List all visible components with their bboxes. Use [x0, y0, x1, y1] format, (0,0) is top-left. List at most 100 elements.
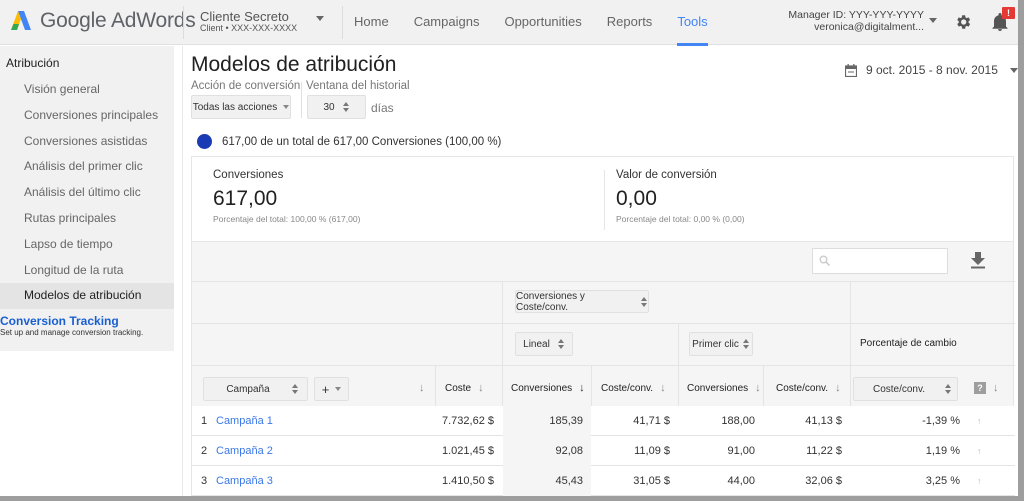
sort-arrow-icon: ↓: [579, 382, 585, 394]
main-nav: Home Campaigns Opportunities Reports Too…: [354, 0, 733, 46]
scrollbar[interactable]: [1018, 0, 1024, 501]
col-conv-b-label: Conversiones: [687, 382, 749, 394]
cpa-b-cell: 11,22 $: [806, 445, 842, 457]
table-search-input[interactable]: [812, 248, 948, 274]
sidebar-heading: Atribución: [6, 56, 60, 70]
chevron-down-icon[interactable]: [929, 18, 937, 23]
add-icon: +: [321, 381, 330, 397]
cost-cell: 7.732,62 $: [442, 415, 494, 427]
page-title: Modelos de atribución: [191, 53, 397, 76]
main-divider: [182, 46, 183, 501]
sort-arrow-icon[interactable]: ↓: [993, 382, 999, 394]
history-window-stepper[interactable]: 30: [307, 95, 366, 119]
divider: [183, 6, 184, 39]
model-a-selector[interactable]: Lineal: [515, 332, 573, 356]
col-cost[interactable]: Coste ↓: [445, 382, 484, 394]
app-name: Google AdWords: [40, 9, 196, 32]
table-row: 2 Campaña 2 1.021,45 $ 92,08 11,09 $ 91,00 11,…: [192, 436, 1015, 466]
col-conv-a-label: Conversiones: [511, 382, 573, 394]
col-cost-label: Coste: [445, 382, 472, 394]
col-cpa-b-label: Coste/conv.: [776, 382, 829, 394]
conv-b-cell: 91,00: [727, 445, 755, 457]
metric-selector-value: Conversiones y Coste/conv.: [516, 290, 585, 313]
row-index: 2: [201, 445, 208, 457]
sidebar-item-rutas-principales[interactable]: Rutas principales: [0, 206, 174, 232]
nav-tools[interactable]: Tools: [677, 0, 709, 46]
campaign-link[interactable]: Campaña 3: [216, 466, 273, 496]
adwords-logo[interactable]: Google AdWords: [10, 9, 196, 33]
stepper-arrows-icon: [742, 339, 750, 349]
chevron-down-icon: [283, 105, 290, 109]
segment-selector[interactable]: Campaña: [203, 377, 308, 401]
metric-divider: [604, 170, 605, 230]
sidebar-item-lapso-de-tiempo[interactable]: Lapso de tiempo: [0, 232, 174, 258]
history-window-unit: días: [371, 101, 394, 115]
client-selector[interactable]: Cliente Secreto Client • XXX-XXX-XXXX: [200, 10, 297, 34]
change-metric-value: Coste/conv.: [872, 383, 926, 395]
nav-reports[interactable]: Reports: [607, 0, 653, 45]
client-id: Client • XXX-XXX-XXXX: [200, 23, 298, 33]
help-icon[interactable]: ?: [974, 382, 986, 394]
cost-cell: 1.021,45 $: [442, 445, 494, 457]
table-row: 3 Campaña 3 1.410,50 $ 45,43 31,05 $ 44,00 32,…: [192, 466, 1015, 496]
nav-home[interactable]: Home: [354, 0, 389, 45]
stepper-arrows-icon: [342, 102, 350, 112]
calendar-icon: [845, 63, 857, 77]
attribution-table: Conversiones y Coste/conv. Lineal Primer…: [191, 242, 1015, 501]
adwords-logo-icon: [11, 11, 31, 30]
trend-arrow-icon: ↑: [977, 446, 982, 456]
sidebar-item-modelos-de-atribucion[interactable]: Modelos de atribución: [0, 283, 174, 310]
model-b-value: Primer clic: [692, 338, 739, 350]
conversion-action-label: Acción de conversión: [191, 80, 301, 92]
filter-divider: [301, 82, 302, 118]
sidebar-item-conversiones-principales[interactable]: Conversiones principales: [0, 103, 174, 129]
row-index: 3: [201, 475, 208, 487]
sort-arrow-icon: ↓: [755, 382, 761, 394]
conv-b-cell: 44,00: [727, 475, 755, 487]
sidebar-item-ultimo-clic[interactable]: Análisis del último clic: [0, 180, 174, 206]
sort-arrow-icon: ↓: [660, 382, 666, 394]
manager-id: Manager ID: YYY-YYY-YYYY: [788, 9, 924, 21]
chevron-down-icon[interactable]: [316, 16, 324, 21]
account-email: veronica@digitalment...: [814, 21, 924, 33]
campaign-link[interactable]: Campaña 2: [216, 436, 273, 466]
change-metric-selector[interactable]: Coste/conv.: [853, 377, 958, 401]
sidebar-item-longitud-de-la-ruta[interactable]: Longitud de la ruta: [0, 258, 174, 284]
nav-opportunities[interactable]: Opportunities: [504, 0, 581, 45]
search-icon: [819, 255, 830, 266]
col-cpa-a[interactable]: Coste/conv. ↓: [601, 382, 666, 394]
divider: [342, 6, 343, 39]
conversion-tracking-link[interactable]: Conversion Tracking: [0, 315, 174, 328]
metrics-card: Conversiones 617,00 Porcentaje del total…: [191, 156, 1014, 242]
col-cpa-a-label: Coste/conv.: [601, 382, 654, 394]
sidebar-item-vision-general[interactable]: Visión general: [0, 77, 174, 103]
conv-a-cell: 185,39: [503, 406, 591, 436]
divider: [192, 365, 1015, 366]
change-cell: 3,25 %: [925, 475, 960, 487]
conversion-action-dropdown[interactable]: Todas las acciones: [191, 95, 291, 119]
date-range-value: 9 oct. 2015 - 8 nov. 2015: [866, 63, 998, 77]
cpa-a-cell: 41,71 $: [633, 415, 670, 427]
gear-icon[interactable]: [954, 13, 972, 31]
stepper-arrows-icon: [945, 384, 952, 394]
col-conv-b[interactable]: Conversiones ↓: [687, 382, 761, 394]
campaign-link[interactable]: Campaña 1: [216, 406, 273, 436]
sort-segment[interactable]: ↓: [412, 382, 425, 394]
model-b-selector[interactable]: Primer clic: [689, 332, 753, 356]
nav-campaigns[interactable]: Campaigns: [414, 0, 480, 45]
metric-subtext: Porcentaje del total: 100,00 % (617,00): [213, 214, 361, 224]
account-menu[interactable]: Manager ID: YYY-YYY-YYYY veronica@digita…: [788, 9, 924, 33]
sidebar: Atribución Visión general Conversiones p…: [0, 46, 174, 351]
row-index: 1: [201, 415, 208, 427]
model-a-value: Lineal: [523, 338, 550, 350]
col-conv-a[interactable]: Conversiones ↓: [511, 382, 585, 394]
date-range-picker[interactable]: 9 oct. 2015 - 8 nov. 2015: [845, 63, 1018, 77]
sidebar-item-conversiones-asistidas[interactable]: Conversiones asistidas: [0, 129, 174, 155]
change-cell: 1,19 %: [925, 445, 960, 457]
sidebar-item-primer-clic[interactable]: Análisis del primer clic: [0, 154, 174, 180]
add-segment-button[interactable]: +: [314, 377, 349, 401]
trend-arrow-icon: ↑: [977, 476, 982, 486]
metric-selector[interactable]: Conversiones y Coste/conv.: [515, 290, 649, 313]
download-icon[interactable]: [971, 252, 985, 269]
col-cpa-b[interactable]: Coste/conv. ↓: [776, 382, 841, 394]
